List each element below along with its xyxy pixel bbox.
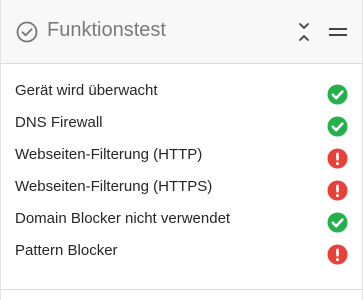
status-ok-icon: [327, 116, 348, 137]
function-test-widget: Funktionstest Gerät wird überwacht DNS F…: [0, 0, 363, 300]
collapse-chevrons-icon: [299, 23, 309, 41]
check-row: Gerät wird überwacht: [1, 78, 362, 110]
check-label: Gerät wird überwacht: [15, 82, 158, 99]
check-label: DNS Firewall: [15, 114, 103, 131]
check-label: Webseiten-Filterung (HTTP): [15, 146, 203, 163]
check-row: Webseiten-Filterung (HTTPS): [1, 174, 362, 206]
hamburger-icon: [329, 28, 347, 36]
check-row: Pattern Blocker: [1, 238, 362, 270]
check-list: Gerät wird überwacht DNS Firewall Websei…: [1, 78, 362, 270]
status-ok-icon: [327, 212, 348, 233]
widget-header: Funktionstest: [1, 0, 362, 64]
status-error-icon: [327, 148, 348, 169]
check-row: Domain Blocker nicht verwendet: [1, 206, 362, 238]
widget-title: Funktionstest: [47, 19, 166, 41]
divider: [1, 289, 362, 290]
check-label: Domain Blocker nicht verwendet: [15, 210, 231, 227]
check-row: DNS Firewall: [1, 110, 362, 142]
status-ok-icon: [327, 84, 348, 105]
status-error-icon: [327, 180, 348, 201]
check-label: Webseiten-Filterung (HTTPS): [15, 178, 213, 195]
menu-button[interactable]: [327, 25, 349, 39]
check-row: Webseiten-Filterung (HTTP): [1, 142, 362, 174]
collapse-button[interactable]: [294, 21, 314, 43]
status-error-icon: [327, 244, 348, 265]
check-label: Pattern Blocker: [15, 242, 118, 259]
circle-check-outline-icon: [16, 21, 38, 43]
